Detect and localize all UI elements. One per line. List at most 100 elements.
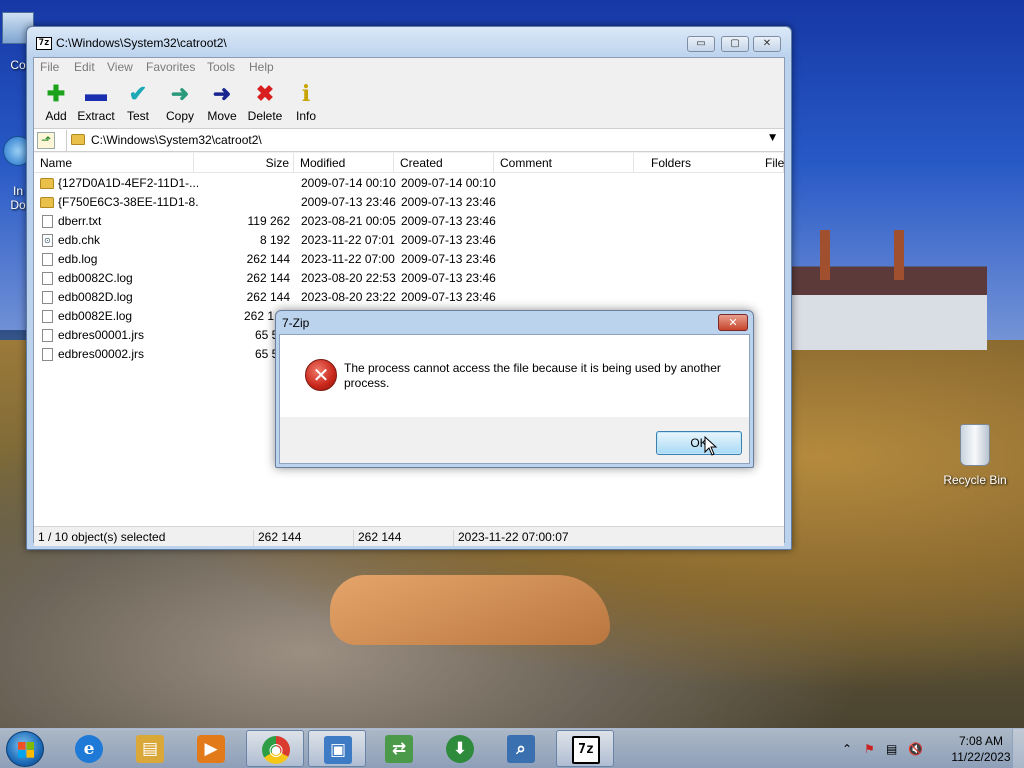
address-field[interactable]: C:\Windows\System32\catroot2\ ▼ <box>66 130 782 151</box>
menu-tools[interactable]: Tools <box>207 60 235 74</box>
menu-file[interactable]: File <box>40 60 59 74</box>
copy-label: Copy <box>165 109 194 123</box>
dialog-close-button[interactable]: ✕ <box>718 314 748 331</box>
taskbar-7zip[interactable]: 7z <box>556 730 614 767</box>
7zip-icon: 7z <box>572 736 600 764</box>
start-button[interactable] <box>6 731 44 767</box>
column-size[interactable]: Size <box>194 153 294 173</box>
error-message: The process cannot access the file becau… <box>344 361 721 390</box>
item-modified: 2023-08-20 23:22 <box>301 290 396 304</box>
item-created: 2009-07-13 23:46 <box>401 290 496 304</box>
show-hidden-icons-icon[interactable]: ⌃ <box>842 742 852 756</box>
mouse-cursor-icon <box>704 436 718 456</box>
taskbar-network-tool[interactable]: ⇄ <box>370 730 428 767</box>
dialog-message-area: ✕ The process cannot access the file bec… <box>280 335 749 417</box>
7zip-file-manager-window[interactable]: 7z C:\Windows\System32\catroot2\ ▭ ▢ ✕ F… <box>26 26 792 550</box>
info-icon: i <box>301 81 311 107</box>
delete-x-icon: ✖ <box>255 81 275 106</box>
column-comment[interactable]: Comment <box>494 153 634 173</box>
action-center-flag-icon[interactable]: ⚑ <box>864 742 875 756</box>
status-date: 2023-11-22 07:00:07 <box>458 530 569 544</box>
menu-help[interactable]: Help <box>249 60 274 74</box>
list-item[interactable]: dberr.txt 119 262 2023-08-21 00:05 2009-… <box>34 212 784 231</box>
internet-explorer-icon: e <box>75 735 103 763</box>
up-folder-icon[interactable]: ⬏ <box>37 132 55 149</box>
test-label: Test <box>126 109 149 123</box>
taskbar: e ▤ ▶ ◉ ▣ ⇄ ⬇ ⌕ 7z ⌃ ⚑ ▤ 🔇 7:08 AM 11/22… <box>0 728 1024 768</box>
taskbar-file-explorer[interactable]: ▤ <box>121 730 179 767</box>
maximize-button[interactable]: ▢ <box>721 36 749 52</box>
move-button[interactable]: ➜ Move <box>200 81 244 123</box>
info-button[interactable]: i Info <box>284 81 328 123</box>
delete-label: Delete <box>247 109 283 123</box>
test-checkmark-icon: ✔ <box>128 81 148 106</box>
taskbar-remote-desktop[interactable]: ▣ <box>308 730 366 767</box>
close-button[interactable]: ✕ <box>753 36 781 52</box>
media-player-icon: ▶ <box>197 735 225 763</box>
extract-button[interactable]: ▬ Extract <box>74 81 118 123</box>
test-button[interactable]: ✔ Test <box>116 81 160 123</box>
text-file-icon <box>42 215 53 228</box>
download-icon: ⬇ <box>446 735 474 763</box>
delete-button[interactable]: ✖ Delete <box>243 81 287 123</box>
log-file-icon <box>42 291 53 304</box>
item-name: edb0082D.log <box>58 290 133 304</box>
item-name: edb.chk <box>58 233 101 247</box>
item-name: edb0082E.log <box>58 309 133 323</box>
item-name: {F750E6C3-38EE-11D1-8... <box>58 195 198 209</box>
list-item[interactable]: edb.chk 8 192 2023-11-22 07:01 2009-07-1… <box>34 231 784 250</box>
list-item[interactable]: {127D0A1D-4EF2-11D1-... 2009-07-14 00:10… <box>34 174 784 193</box>
item-size: 262 144 <box>246 290 290 304</box>
folder-icon: ▤ <box>136 735 164 763</box>
item-created: 2009-07-13 23:46 <box>401 271 496 285</box>
menu-bar: File Edit View Favorites Tools Help <box>34 58 784 76</box>
address-text: C:\Windows\System32\catroot2\ <box>91 133 262 147</box>
menu-favorites[interactable]: Favorites <box>146 60 195 74</box>
show-desktop-button[interactable] <box>1012 729 1024 768</box>
taskbar-media-player[interactable]: ▶ <box>182 730 240 767</box>
volume-muted-icon[interactable]: 🔇 <box>908 742 923 756</box>
desktop-icon-recycle-bin[interactable]: Recycle Bin <box>935 424 1015 487</box>
list-item[interactable]: edb0082D.log 262 144 2023-08-20 23:22 20… <box>34 288 784 307</box>
wallpaper-rock <box>330 575 610 645</box>
window-titlebar[interactable]: 7z C:\Windows\System32\catroot2\ ▭ ▢ ✕ <box>27 27 791 57</box>
wallpaper-house <box>792 230 987 350</box>
copy-arrow-icon: ➜ <box>170 81 190 106</box>
clock[interactable]: 7:08 AM 11/22/2023 <box>946 733 1016 765</box>
taskbar-download-manager[interactable]: ⬇ <box>431 730 489 767</box>
list-item[interactable]: {F750E6C3-38EE-11D1-8... 2009-07-13 23:4… <box>34 193 784 212</box>
column-files[interactable]: File <box>759 153 784 173</box>
item-modified: 2023-08-21 00:05 <box>301 214 396 228</box>
list-item[interactable]: edb.log 262 144 2023-11-22 07:00 2009-07… <box>34 250 784 269</box>
error-icon: ✕ <box>305 359 337 391</box>
chevron-down-icon[interactable]: ▼ <box>769 133 776 143</box>
window-title: C:\Windows\System32\catroot2\ <box>56 36 227 50</box>
window-client-area: File Edit View Favorites Tools Help ✚ Ad… <box>33 57 785 546</box>
status-bar: 1 / 10 object(s) selected 262 144 262 14… <box>34 526 784 546</box>
column-modified[interactable]: Modified <box>294 153 394 173</box>
minimize-button[interactable]: ▭ <box>687 36 715 52</box>
error-dialog[interactable]: 7-Zip ✕ ✕ The process cannot access the … <box>275 310 754 468</box>
menu-edit[interactable]: Edit <box>74 60 95 74</box>
house-chimney <box>894 230 904 280</box>
folder-icon <box>71 134 85 145</box>
taskbar-internet-explorer[interactable]: e <box>60 730 118 767</box>
chrome-icon: ◉ <box>262 736 290 764</box>
status-packed-size: 262 144 <box>356 530 454 546</box>
copy-button[interactable]: ➜ Copy <box>158 81 202 123</box>
taskbar-chrome[interactable]: ◉ <box>246 730 304 767</box>
add-button[interactable]: ✚ Add <box>34 81 78 123</box>
item-name: edb.log <box>58 252 98 266</box>
menu-view[interactable]: View <box>107 60 133 74</box>
column-name[interactable]: Name <box>34 153 194 173</box>
taskbar-search-tool[interactable]: ⌕ <box>492 730 550 767</box>
item-modified: 2023-11-22 07:00 <box>301 252 395 266</box>
column-folders[interactable]: Folders <box>634 153 764 173</box>
ok-button[interactable]: OK <box>656 431 742 455</box>
list-item[interactable]: edb0082C.log 262 144 2023-08-20 22:53 20… <box>34 269 784 288</box>
log-file-icon <box>42 253 53 266</box>
network-status-icon[interactable]: ▤ <box>886 742 897 756</box>
item-size: 262 144 <box>246 252 290 266</box>
jrs-file-icon <box>42 348 53 361</box>
column-created[interactable]: Created <box>394 153 494 173</box>
